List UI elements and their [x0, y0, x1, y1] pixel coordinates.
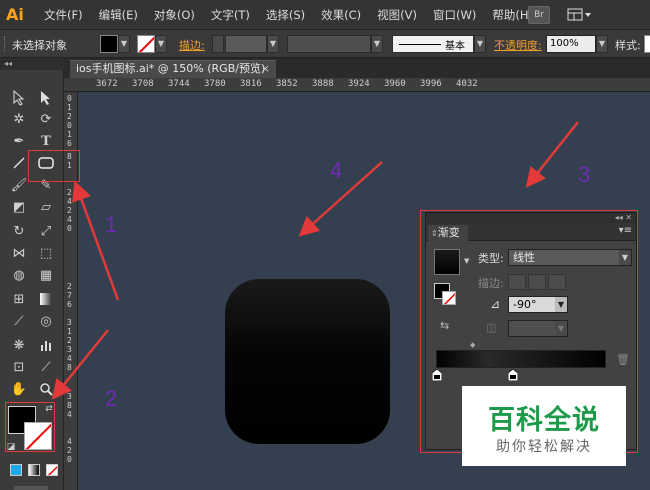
watermark-title: 百科全说: [488, 405, 600, 436]
arrow-2: [51, 329, 109, 400]
annotation-number-3: 3: [578, 162, 591, 187]
annotation-number-4: 4: [330, 158, 343, 183]
annotation-number-2: 2: [105, 386, 118, 411]
watermark-subtitle: 助你轻松解决: [496, 439, 592, 455]
watermark: 百科全说 助你轻松解决: [462, 386, 626, 466]
annotation-number-1: 1: [105, 212, 118, 237]
arrow-3: [525, 121, 579, 188]
arrow-1: [72, 180, 120, 301]
arrow-4: [298, 161, 383, 237]
